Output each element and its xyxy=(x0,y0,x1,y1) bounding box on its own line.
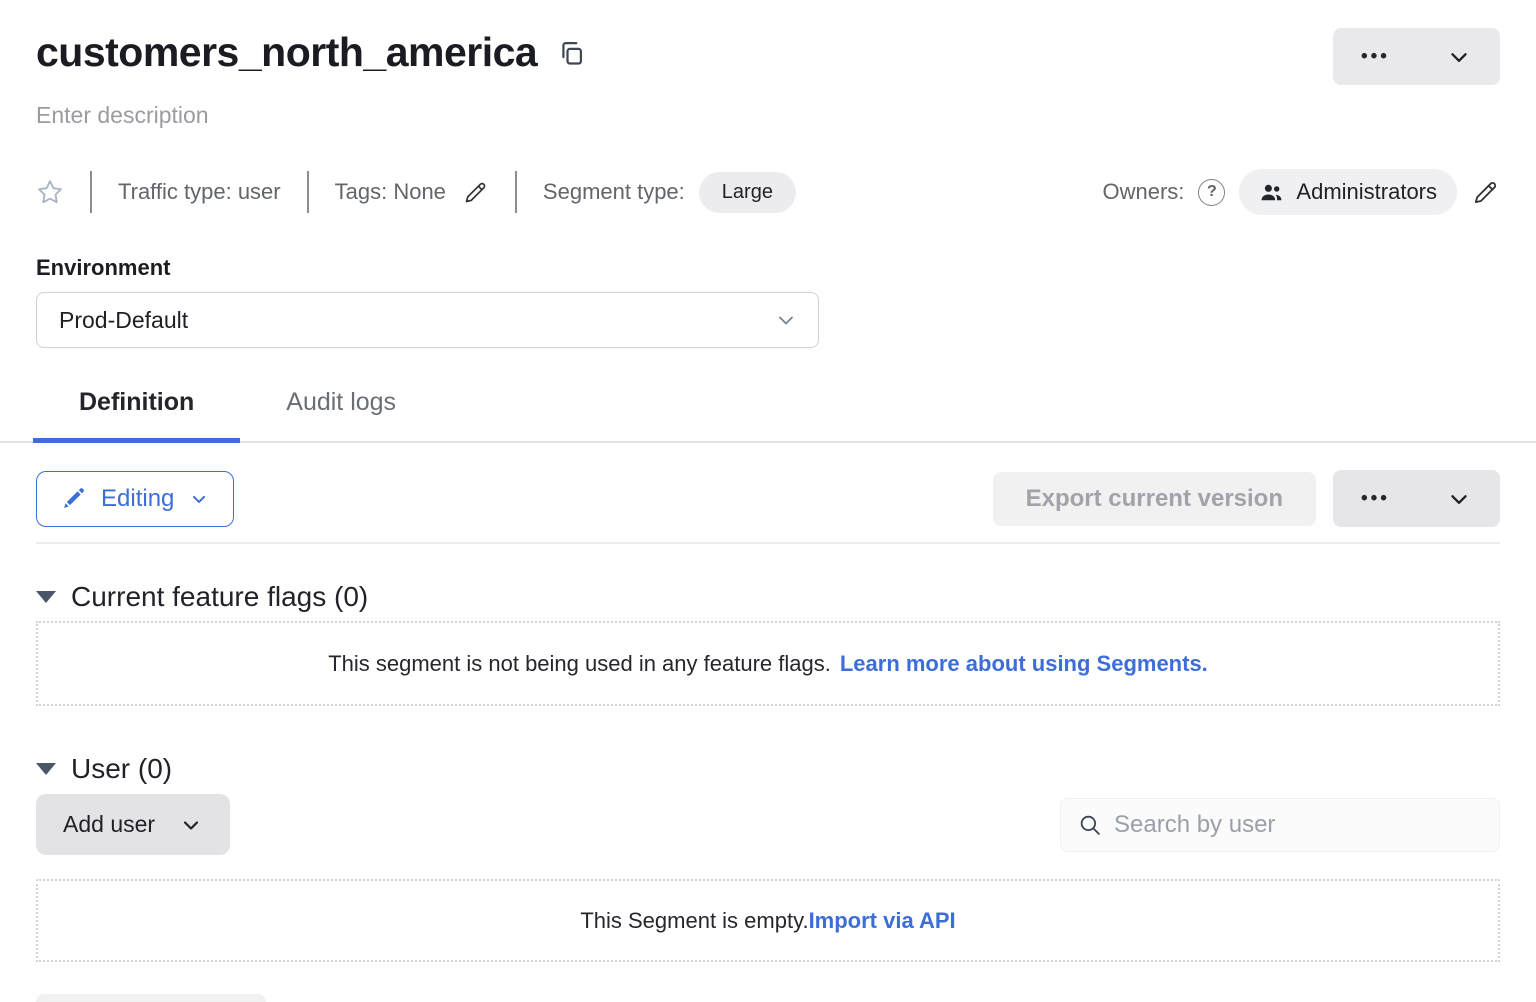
user-heading: User (0) xyxy=(71,753,172,785)
user-empty-message: This Segment is empty. xyxy=(580,908,808,934)
editing-label: Editing xyxy=(101,485,174,513)
ellipsis-icon: ••• xyxy=(1361,489,1390,508)
chevron-down-icon xyxy=(1446,486,1472,512)
export-current-version-button[interactable]: Export current version xyxy=(993,472,1316,526)
feature-flags-empty-message: This segment is not being used in any fe… xyxy=(328,651,831,677)
chevron-down-icon xyxy=(1446,44,1472,70)
import-via-api-link[interactable]: Import via API xyxy=(809,908,956,934)
chevron-down-icon xyxy=(179,813,203,837)
traffic-type-label: Traffic type: user xyxy=(118,179,281,205)
environment-label: Environment xyxy=(36,255,1500,281)
segment-type-label: Segment type: xyxy=(543,179,685,205)
description-placeholder[interactable]: Enter description xyxy=(36,102,1500,129)
tags-label: Tags: None xyxy=(335,179,446,205)
segment-type-badge: Large xyxy=(699,172,796,213)
copy-name-button[interactable] xyxy=(557,38,585,68)
owners-label: Owners: xyxy=(1102,179,1184,205)
owners-value: Administrators xyxy=(1296,179,1437,205)
tags-wrap: Tags: None xyxy=(335,179,489,206)
tab-definition[interactable]: Definition xyxy=(33,376,240,441)
owners-wrap: Owners: ? Administrators xyxy=(1102,169,1500,215)
pencil-icon xyxy=(61,486,86,511)
chevron-down-icon xyxy=(189,489,209,509)
ellipsis-icon: ••• xyxy=(1361,47,1390,66)
environment-selected-value: Prod-Default xyxy=(59,307,188,334)
owners-badge[interactable]: Administrators xyxy=(1239,169,1457,215)
search-box xyxy=(1060,798,1500,852)
tab-audit-logs[interactable]: Audit logs xyxy=(240,376,442,441)
divider xyxy=(515,171,517,213)
copy-icon xyxy=(557,38,585,68)
header-options-button[interactable]: ••• xyxy=(1333,28,1500,85)
learn-more-link[interactable]: Learn more about using Segments. xyxy=(840,651,1208,677)
segment-type-wrap: Segment type: Large xyxy=(543,172,796,213)
caret-down-icon xyxy=(36,763,56,775)
pencil-icon xyxy=(1471,178,1500,207)
feature-flags-empty-state: This segment is not being used in any fe… xyxy=(36,621,1500,706)
favorite-star-button[interactable] xyxy=(36,178,64,206)
star-icon xyxy=(36,178,64,206)
people-icon xyxy=(1259,180,1284,205)
page-header: customers_north_america ••• xyxy=(36,28,1500,85)
divider xyxy=(307,171,309,213)
next-section-cutoff xyxy=(36,994,266,1002)
user-empty-state: This Segment is empty. Import via API xyxy=(36,879,1500,962)
feature-flags-heading: Current feature flags (0) xyxy=(71,581,368,613)
feature-flags-section-header[interactable]: Current feature flags (0) xyxy=(36,581,1500,613)
meta-row: Traffic type: user Tags: None Segment ty… xyxy=(36,169,1500,215)
edit-tags-button[interactable] xyxy=(462,179,489,206)
divider xyxy=(36,542,1500,544)
search-by-user-input[interactable] xyxy=(1114,811,1483,839)
tab-bar: Definition Audit logs xyxy=(0,376,1536,443)
page-title: customers_north_america xyxy=(36,28,537,77)
add-user-label: Add user xyxy=(63,811,155,838)
edit-owners-button[interactable] xyxy=(1471,178,1500,207)
caret-down-icon xyxy=(36,591,56,603)
help-icon[interactable]: ? xyxy=(1198,179,1225,206)
search-icon xyxy=(1077,812,1103,838)
chevron-down-icon xyxy=(774,308,798,332)
definition-options-button[interactable]: ••• xyxy=(1333,470,1500,527)
definition-toolbar: Editing Export current version ••• xyxy=(36,470,1500,527)
environment-select[interactable]: Prod-Default xyxy=(36,292,819,348)
pencil-icon xyxy=(462,179,489,206)
add-user-button[interactable]: Add user xyxy=(36,794,230,855)
editing-mode-button[interactable]: Editing xyxy=(36,471,234,527)
user-controls-row: Add user xyxy=(36,794,1500,855)
user-section-header[interactable]: User (0) xyxy=(36,753,1500,785)
divider xyxy=(90,171,92,213)
segment-detail-page: customers_north_america ••• Enter descri… xyxy=(0,0,1536,1002)
title-wrap: customers_north_america xyxy=(36,28,585,77)
